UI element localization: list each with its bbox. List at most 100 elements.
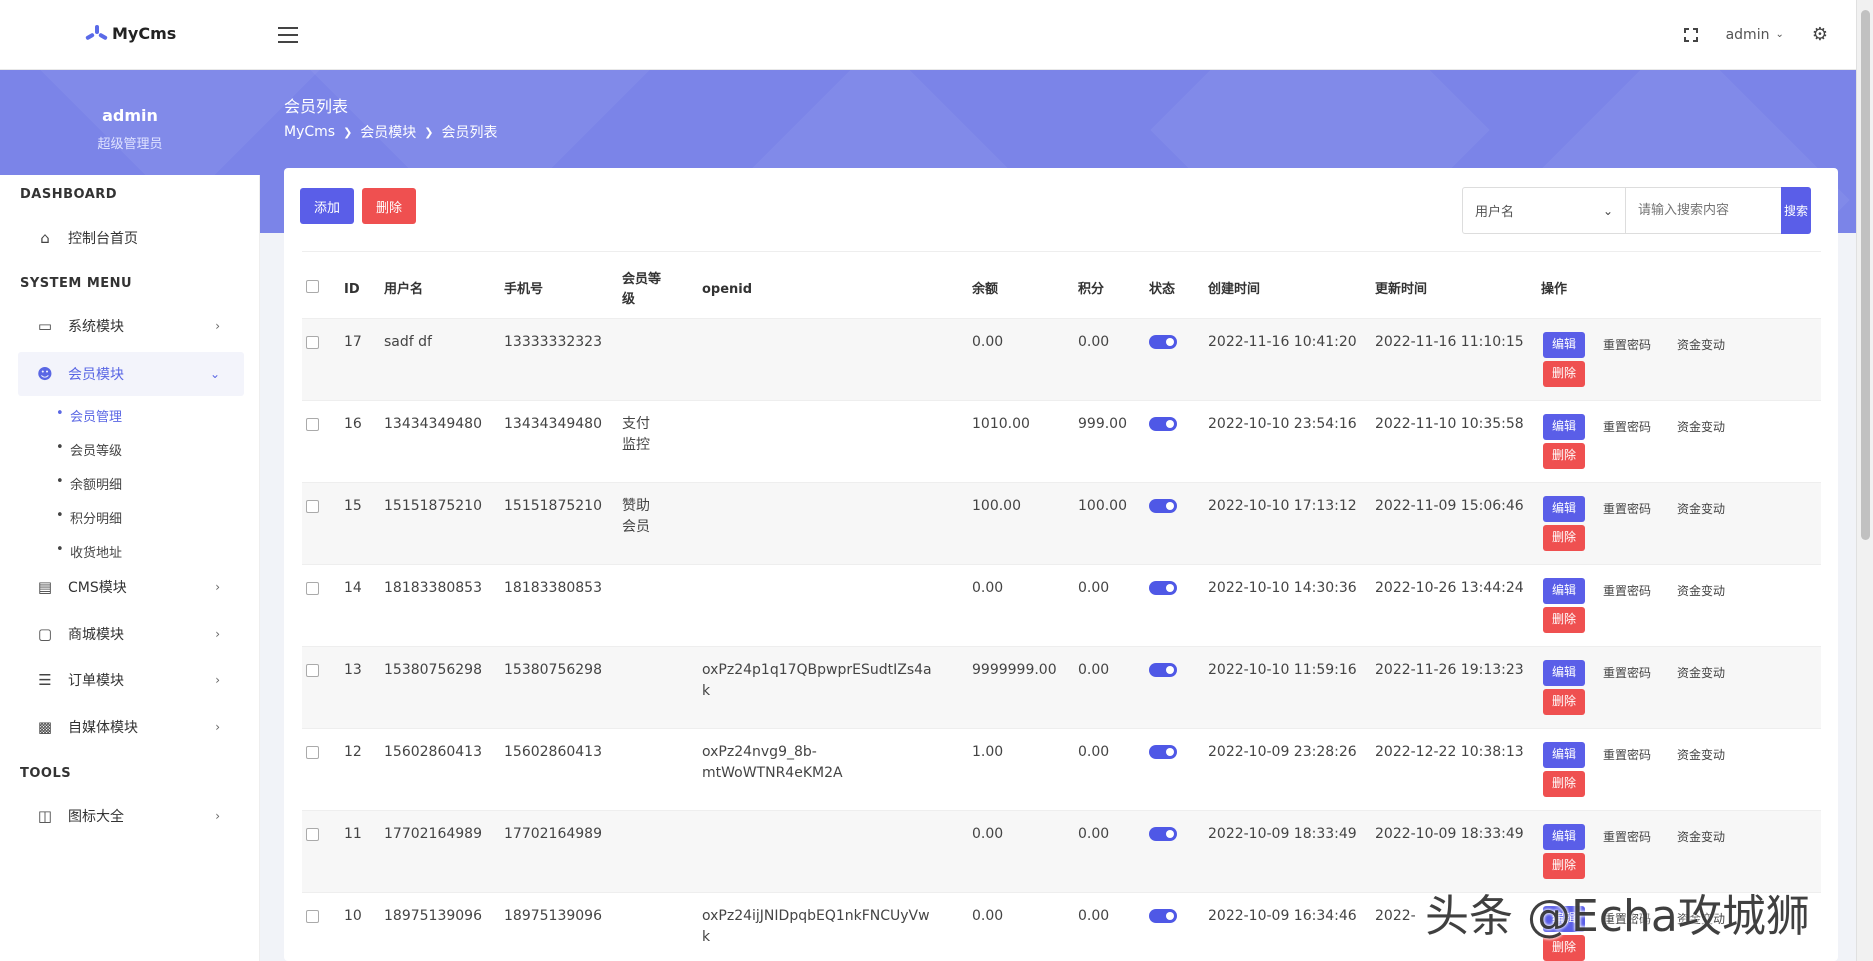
app-name: MyCms <box>112 24 177 43</box>
sidebar-item-orders[interactable]: ☰ 订单模块 › <box>18 658 244 702</box>
sidebar-item-icons[interactable]: ◫ 图标大全 › <box>18 794 244 838</box>
fullscreen-icon[interactable] <box>1683 27 1698 42</box>
menu-toggle-icon[interactable] <box>278 27 298 43</box>
sidebar: DASHBOARD ⌂ 控制台首页 SYSTEM MENU ▭ 系统模块 › ☻… <box>0 175 260 961</box>
section-dashboard: DASHBOARD <box>20 187 118 202</box>
page-scrollbar[interactable] <box>1856 0 1873 961</box>
col-status: 状态 <box>1149 281 1176 297</box>
fund-change-button[interactable]: 资金变动 <box>1677 499 1725 520</box>
cell-points: 999.00 <box>1078 415 1127 432</box>
row-checkbox[interactable] <box>306 745 319 759</box>
cell-created: 2022-10-09 23:28:26 <box>1208 743 1357 760</box>
edit-button[interactable]: 编辑 <box>1543 331 1585 358</box>
sidebar-item-members[interactable]: ☻ 会员模块 ⌄ <box>18 352 244 396</box>
edit-button[interactable]: 编辑 <box>1543 659 1585 686</box>
status-toggle[interactable] <box>1149 498 1177 513</box>
reset-password-button[interactable]: 重置密码 <box>1603 827 1651 848</box>
reset-password-button[interactable]: 重置密码 <box>1603 745 1651 766</box>
sidebar-item-shop[interactable]: ▢ 商城模块 › <box>18 612 244 656</box>
edit-button[interactable]: 编辑 <box>1543 823 1585 850</box>
row-checkbox[interactable] <box>306 663 319 677</box>
user-dropdown[interactable]: admin ⌄ <box>1726 27 1784 43</box>
sidebar-item-label: 控制台首页 <box>68 231 138 247</box>
chevron-right-icon: › <box>215 809 220 823</box>
sidebar-subitem-points-detail[interactable]: 积分明细 <box>56 508 122 527</box>
chevron-right-icon: › <box>215 319 220 333</box>
cell-openid <box>698 810 968 892</box>
delete-button[interactable]: 删除 <box>1543 770 1585 797</box>
status-toggle[interactable] <box>1149 744 1177 759</box>
cell-balance: 0.00 <box>972 907 1004 924</box>
fund-change-button[interactable]: 资金变动 <box>1677 827 1725 848</box>
reset-password-button[interactable]: 重置密码 <box>1603 663 1651 684</box>
cell-created: 2022-11-16 10:41:20 <box>1208 333 1357 350</box>
edit-button[interactable]: 编辑 <box>1543 413 1585 440</box>
delete-button[interactable]: 删除 <box>1543 442 1585 469</box>
cell-level <box>618 318 698 400</box>
chevron-down-icon: ⌄ <box>1602 203 1613 218</box>
row-checkbox[interactable] <box>306 499 319 513</box>
bulk-delete-button[interactable]: 删除 <box>362 188 416 224</box>
cell-openid <box>698 400 968 482</box>
reset-password-button[interactable]: 重置密码 <box>1603 417 1651 438</box>
breadcrumb-home[interactable]: MyCms <box>284 124 335 140</box>
sidebar-subitem-member-manage[interactable]: 会员管理 <box>56 406 122 425</box>
fund-change-button[interactable]: 资金变动 <box>1677 663 1725 684</box>
users-icon: ☻ <box>37 365 53 383</box>
delete-button[interactable]: 删除 <box>1543 524 1585 551</box>
sidebar-item-system[interactable]: ▭ 系统模块 › <box>18 304 244 348</box>
cell-username: 18975139096 <box>384 907 482 924</box>
delete-button[interactable]: 删除 <box>1543 606 1585 633</box>
edit-button[interactable]: 编辑 <box>1543 741 1585 768</box>
reset-password-button[interactable]: 重置密码 <box>1603 335 1651 356</box>
row-checkbox[interactable] <box>306 417 319 431</box>
reset-password-button[interactable]: 重置密码 <box>1603 499 1651 520</box>
cell-openid <box>698 482 968 564</box>
cell-status <box>1145 400 1204 482</box>
edit-button[interactable]: 编辑 <box>1543 495 1585 522</box>
add-button[interactable]: 添加 <box>300 188 354 224</box>
sidebar-item-cms[interactable]: ▤ CMS模块 › <box>18 565 244 609</box>
sidebar-subitem-balance-detail[interactable]: 余额明细 <box>56 474 122 493</box>
delete-button[interactable]: 删除 <box>1543 360 1585 387</box>
sidebar-subitem-member-level[interactable]: 会员等级 <box>56 440 122 459</box>
section-system: SYSTEM MENU <box>20 276 133 291</box>
row-checkbox[interactable] <box>306 827 319 841</box>
gear-icon[interactable]: ⚙ <box>1812 24 1828 45</box>
delete-button[interactable]: 删除 <box>1543 688 1585 715</box>
chevron-right-icon: ❯ <box>343 125 353 139</box>
status-toggle[interactable] <box>1149 826 1177 841</box>
row-checkbox[interactable] <box>306 335 319 349</box>
search-field-select[interactable]: 用户名 ⌄ <box>1462 187 1626 234</box>
breadcrumb-module[interactable]: 会员模块 <box>360 122 416 142</box>
sidebar-item-label: 商城模块 <box>68 627 124 643</box>
status-toggle[interactable] <box>1149 662 1177 677</box>
fund-change-button[interactable]: 资金变动 <box>1677 581 1725 602</box>
sidebar-profile: admin 超级管理员 <box>0 70 260 175</box>
sidebar-item-media[interactable]: ▩ 自媒体模块 › <box>18 705 244 749</box>
fund-change-button[interactable]: 资金变动 <box>1677 335 1725 356</box>
cell-openid <box>698 318 968 400</box>
status-toggle[interactable] <box>1149 334 1177 349</box>
select-all-checkbox[interactable] <box>306 279 319 293</box>
row-checkbox[interactable] <box>306 909 319 923</box>
cell-phone: 13434349480 <box>504 415 602 432</box>
reset-password-button[interactable]: 重置密码 <box>1603 581 1651 602</box>
status-toggle[interactable] <box>1149 416 1177 431</box>
sidebar-subitem-address[interactable]: 收货地址 <box>56 542 122 561</box>
delete-button[interactable]: 删除 <box>1543 852 1585 879</box>
app-logo[interactable]: MyCms <box>85 24 177 43</box>
status-toggle[interactable] <box>1149 908 1177 923</box>
top-bar: MyCms admin ⌄ ⚙ <box>0 0 1856 70</box>
cell-balance: 9999999.00 <box>972 661 1057 678</box>
edit-button[interactable]: 编辑 <box>1543 577 1585 604</box>
search-input[interactable] <box>1626 187 1782 234</box>
home-icon: ⌂ <box>40 229 50 247</box>
search-button[interactable]: 搜索 <box>1781 187 1811 234</box>
sidebar-item-dashboard[interactable]: ⌂ 控制台首页 <box>18 216 244 260</box>
fund-change-button[interactable]: 资金变动 <box>1677 745 1725 766</box>
row-checkbox[interactable] <box>306 581 319 595</box>
status-toggle[interactable] <box>1149 580 1177 595</box>
fund-change-button[interactable]: 资金变动 <box>1677 417 1725 438</box>
cell-created: 2022-10-09 18:33:49 <box>1208 825 1357 842</box>
